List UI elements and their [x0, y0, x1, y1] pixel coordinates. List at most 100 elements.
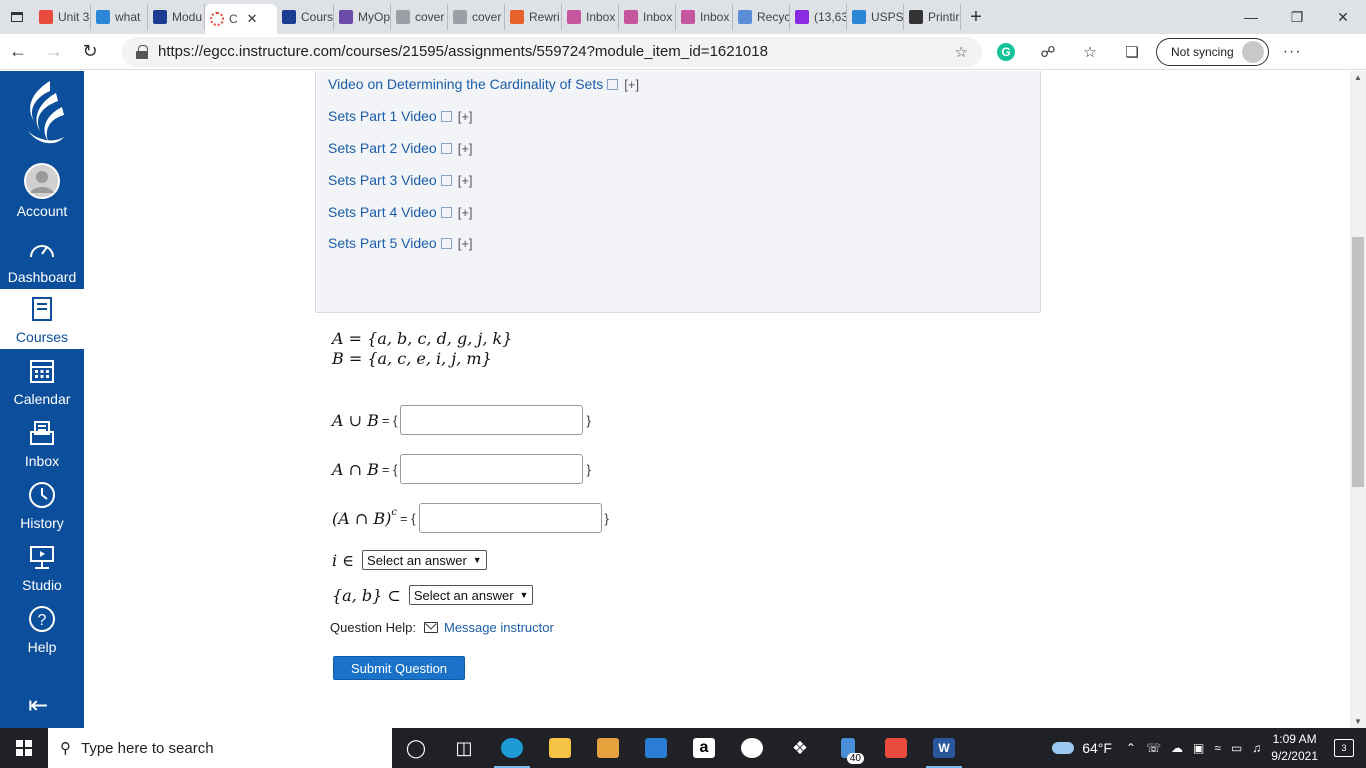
nav-courses-label: Courses: [15, 329, 69, 345]
nav-help[interactable]: ? Help: [0, 603, 84, 655]
subset-select[interactable]: Select an answer ▼: [408, 585, 534, 605]
refresh-button[interactable]: ↻: [72, 36, 108, 68]
battery-icon[interactable]: ▭: [1231, 741, 1242, 755]
tab-favicon-icon: [396, 10, 410, 24]
collections-icon: ❏: [1125, 43, 1139, 61]
set-b-definition: B = {a, c, e, i, j, m}: [332, 349, 492, 368]
expand-toggle[interactable]: [+]: [624, 77, 639, 92]
taskbar-clock[interactable]: 1:09 AM 9/2/2021: [1271, 731, 1318, 765]
settings-more-button[interactable]: ···: [1283, 43, 1302, 61]
browser-tab[interactable]: Modu: [148, 4, 205, 30]
add-favorite-icon[interactable]: ☆: [955, 43, 968, 61]
help-link-sets-5[interactable]: Sets Part 5 Video [+]: [328, 235, 473, 251]
wifi-icon[interactable]: ≈: [1214, 741, 1221, 755]
message-instructor-link[interactable]: Message instructor: [444, 620, 554, 635]
grammarly-extension-button[interactable]: G: [988, 37, 1024, 67]
browser-tab[interactable]: USPS: [847, 4, 904, 30]
browser-tab[interactable]: Inbox: [619, 4, 676, 30]
help-link-sets-1[interactable]: Sets Part 1 Video [+]: [328, 108, 473, 124]
mail-button[interactable]: [632, 728, 680, 768]
close-brace: }: [586, 461, 591, 477]
nav-history[interactable]: History: [0, 479, 84, 531]
complement-answer-input[interactable]: [418, 503, 602, 533]
app-button[interactable]: [728, 728, 776, 768]
scroll-up-icon[interactable]: ▲: [1354, 73, 1362, 82]
help-link-sets-2[interactable]: Sets Part 2 Video [+]: [328, 140, 473, 156]
browser-tab[interactable]: Inbox: [676, 4, 733, 30]
browser-tab[interactable]: Printir: [904, 4, 961, 30]
set-a-definition: A = {a, b, c, d, g, j, k}: [332, 329, 513, 348]
browser-tab[interactable]: Cours: [277, 4, 334, 30]
browser-tab[interactable]: Unit 3: [34, 4, 91, 30]
back-button[interactable]: ←: [0, 36, 36, 68]
amazon-button[interactable]: a: [680, 728, 728, 768]
intersection-answer-input[interactable]: [400, 454, 584, 484]
chevron-up-icon[interactable]: ⌃: [1126, 741, 1136, 755]
browser-tab[interactable]: (13,63: [790, 4, 847, 30]
institution-logo[interactable]: [20, 79, 66, 149]
display-icon[interactable]: ▣: [1193, 741, 1204, 755]
weather-widget[interactable]: 64°F: [1052, 740, 1112, 756]
word-button[interactable]: W: [920, 728, 968, 768]
notification-center-button[interactable]: 3: [1334, 739, 1354, 757]
nav-courses[interactable]: Courses: [0, 289, 84, 349]
expand-toggle[interactable]: [+]: [458, 141, 473, 156]
help-link-cardinality[interactable]: Video on Determining the Cardinality of …: [328, 76, 639, 92]
collapse-nav-button[interactable]: ⇤: [28, 691, 48, 720]
nav-account[interactable]: Account: [0, 163, 84, 219]
nav-calendar[interactable]: Calendar: [0, 355, 84, 407]
submit-question-button[interactable]: Submit Question: [333, 656, 465, 680]
browser-tab[interactable]: cover: [391, 4, 448, 30]
browser-tab[interactable]: C ✕: [205, 4, 277, 34]
minimize-button[interactable]: —: [1228, 0, 1274, 34]
expand-toggle[interactable]: [+]: [458, 109, 473, 124]
phone-link-button[interactable]: 40: [824, 728, 872, 768]
chevron-down-icon: ▼: [472, 555, 482, 565]
new-tab-button[interactable]: +: [961, 6, 991, 29]
extensions-button[interactable]: ☍: [1030, 37, 1066, 67]
expand-toggle[interactable]: [+]: [458, 205, 473, 220]
url-bar[interactable]: https://egcc.instructure.com/courses/215…: [122, 36, 982, 67]
taskbar-search[interactable]: ⚲ Type here to search: [48, 728, 392, 768]
edge-taskbar-button[interactable]: [488, 728, 536, 768]
browser-tab[interactable]: Inbox: [562, 4, 619, 30]
browser-tab[interactable]: MyOp: [334, 4, 391, 30]
temperature-label: 64°F: [1082, 740, 1112, 756]
onedrive-icon[interactable]: ☁: [1171, 741, 1183, 755]
volume-icon[interactable]: ♫: [1252, 741, 1261, 755]
page-scrollbar[interactable]: ▲ ▼: [1350, 71, 1366, 728]
expand-toggle[interactable]: [+]: [458, 236, 473, 251]
scroll-down-icon[interactable]: ▼: [1354, 717, 1362, 726]
cortana-button[interactable]: ◯: [392, 728, 440, 768]
help-link-sets-4[interactable]: Sets Part 4 Video [+]: [328, 204, 473, 220]
favorites-button[interactable]: ☆: [1072, 37, 1108, 67]
browser-tab[interactable]: cover: [448, 4, 505, 30]
nav-inbox[interactable]: Inbox: [0, 417, 84, 469]
scrollbar-thumb[interactable]: [1352, 237, 1364, 487]
file-explorer-button[interactable]: [536, 728, 584, 768]
nav-dashboard[interactable]: Dashboard: [0, 233, 84, 285]
courses-book-icon: [0, 293, 84, 325]
forward-button[interactable]: →: [36, 36, 72, 68]
nav-studio[interactable]: Studio: [0, 541, 84, 593]
app-red-button[interactable]: [872, 728, 920, 768]
profile-sync-button[interactable]: Not syncing: [1156, 37, 1269, 66]
dropbox-button[interactable]: ❖: [776, 728, 824, 768]
help-link-sets-3[interactable]: Sets Part 3 Video [+]: [328, 172, 473, 188]
task-view-button[interactable]: ◫: [440, 728, 488, 768]
close-window-button[interactable]: ✕: [1320, 0, 1366, 34]
collections-button[interactable]: ❏: [1114, 37, 1150, 67]
close-tab-icon[interactable]: ✕: [247, 11, 258, 27]
browser-tab[interactable]: Rewri: [505, 4, 562, 30]
start-button[interactable]: [0, 728, 48, 768]
browser-tab[interactable]: Recyc: [733, 4, 790, 30]
expand-toggle[interactable]: [+]: [458, 173, 473, 188]
tab-actions-button[interactable]: [0, 0, 34, 34]
nav-dashboard-label: Dashboard: [7, 269, 77, 285]
meet-now-icon[interactable]: ☏: [1146, 741, 1161, 755]
browser-tab[interactable]: what: [91, 4, 148, 30]
union-answer-input[interactable]: [400, 405, 584, 435]
restore-button[interactable]: ❐: [1274, 0, 1320, 34]
membership-select[interactable]: Select an answer ▼: [362, 550, 487, 570]
store-button[interactable]: [584, 728, 632, 768]
